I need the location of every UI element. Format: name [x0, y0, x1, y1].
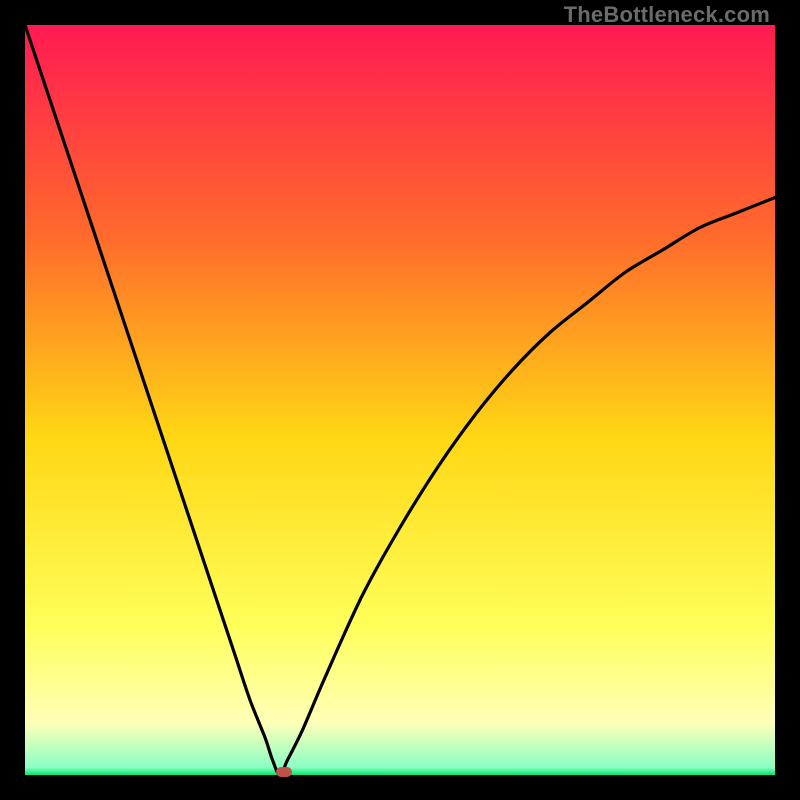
bottleneck-curve: [25, 25, 775, 775]
optimum-marker: [276, 767, 292, 777]
plot-frame: [25, 25, 775, 775]
